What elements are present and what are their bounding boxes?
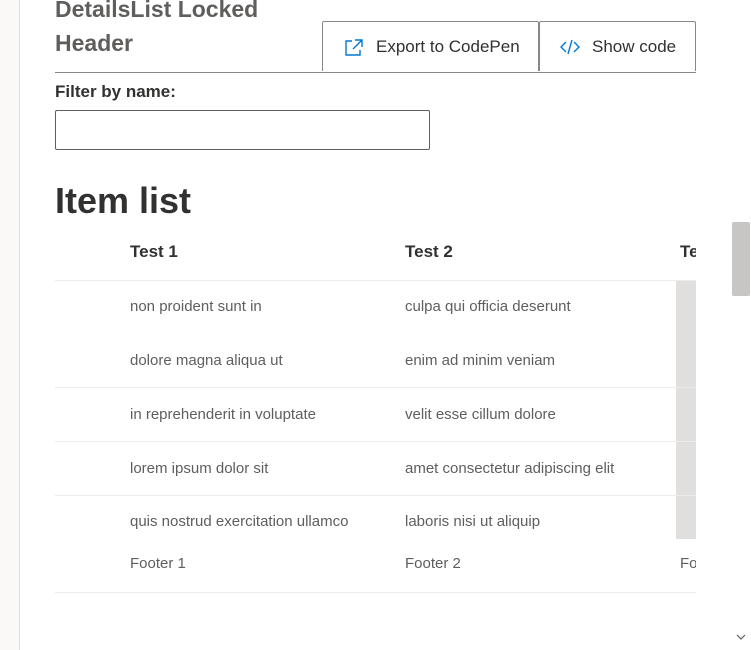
details-list-header: Test 1 Test 2 Te (55, 228, 696, 281)
column-header-test-3[interactable]: Te (680, 241, 696, 263)
share-icon (344, 37, 364, 57)
filter-label: Filter by name: (55, 82, 176, 101)
table-cell: quis nostrud exercitation ullamco (130, 513, 349, 530)
details-list-footer: Footer 1 Footer 2 Fo (55, 544, 696, 593)
details-list: Test 1 Test 2 Te non proident sunt in cu… (55, 228, 696, 594)
table-cell: non proident sunt in (130, 298, 262, 315)
left-rail (0, 0, 20, 650)
table-cell: laboris nisi ut aliquip (405, 513, 541, 530)
footer-cell-3: Fo (680, 555, 696, 572)
export-to-codepen-button[interactable]: Export to CodePen (322, 21, 539, 71)
example-card: DetailsList Locked Header Export to Code… (20, 0, 731, 650)
export-button-label: Export to CodePen (376, 36, 520, 56)
table-row[interactable]: quis nostrud exercitation ullamco labori… (55, 495, 696, 549)
item-list-heading: Item list (55, 180, 192, 221)
example-title-line2: Header (55, 30, 133, 56)
table-row[interactable]: in reprehenderit in voluptate velit esse… (55, 388, 696, 442)
table-cell: amet consectetur adipiscing elit (405, 460, 615, 477)
show-code-button[interactable]: Show code (539, 21, 696, 71)
table-cell: enim ad minim veniam (405, 352, 556, 369)
table-row[interactable]: non proident sunt in culpa qui officia d… (55, 280, 696, 334)
table-row[interactable]: lorem ipsum dolor sit amet consectetur a… (55, 442, 696, 496)
show-code-button-label: Show code (592, 36, 677, 56)
column-header-test-1[interactable]: Test 1 (130, 241, 178, 263)
table-cell: in reprehenderit in voluptate (130, 406, 316, 423)
scrollbar-thumb[interactable] (732, 222, 750, 296)
filter-by-name-input[interactable] (55, 110, 430, 150)
table-cell: culpa qui officia deserunt (405, 298, 571, 315)
footer-cell-2: Footer 2 (405, 555, 461, 572)
code-icon (560, 37, 580, 57)
table-cell: lorem ipsum dolor sit (130, 460, 269, 477)
chevron-down-icon[interactable] (735, 631, 747, 645)
example-title-line1: DetailsList Locked (55, 0, 259, 22)
vertical-scrollbar[interactable] (731, 0, 751, 650)
column-header-test-2[interactable]: Test 2 (405, 241, 453, 263)
footer-cell-1: Footer 1 (130, 555, 186, 572)
table-cell: dolore magna aliqua ut (130, 352, 283, 369)
table-cell: velit esse cillum dolore (405, 406, 556, 423)
example-title: DetailsList Locked Header (55, 0, 315, 60)
header-divider (55, 72, 696, 73)
table-row[interactable]: dolore magna aliqua ut enim ad minim ven… (55, 334, 696, 388)
